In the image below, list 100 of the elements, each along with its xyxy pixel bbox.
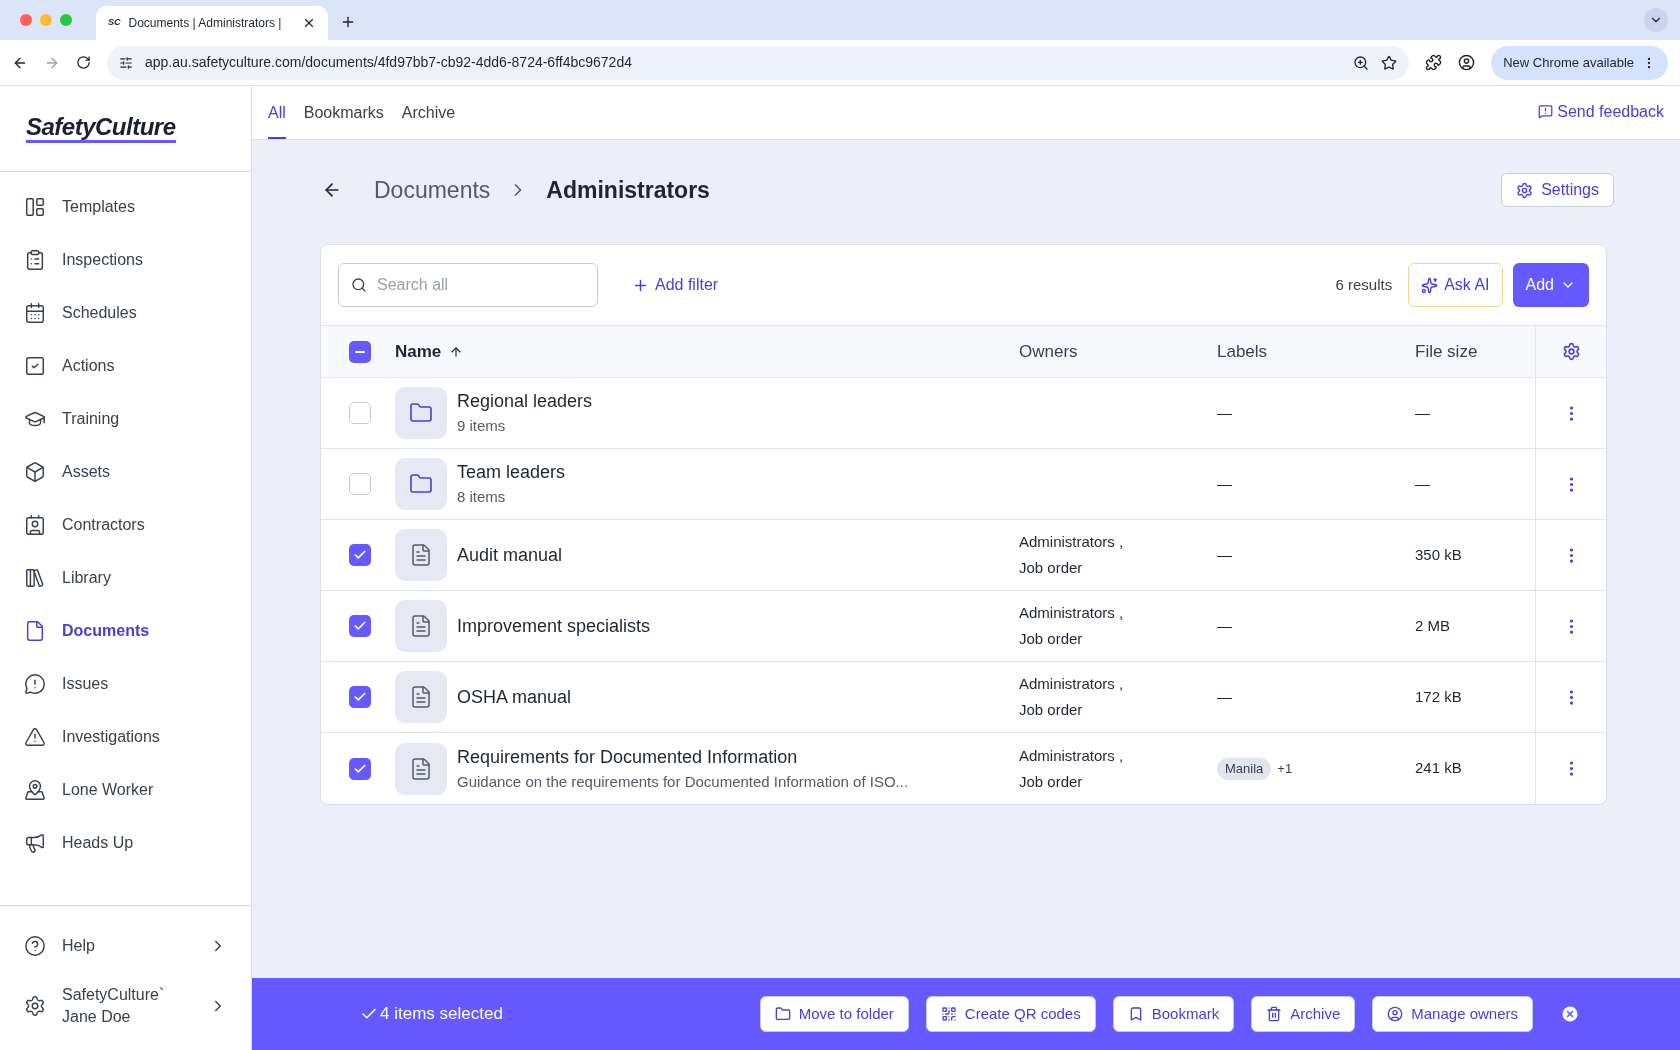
star-icon[interactable]: [1381, 54, 1398, 71]
layout-icon: [24, 195, 46, 218]
favicon: SC: [108, 16, 121, 30]
add-button[interactable]: Add: [1512, 263, 1589, 307]
owner-name: Administrators ,: [1019, 532, 1125, 552]
selection-count: 4 items selected: [380, 1003, 503, 1026]
bulk-action-button[interactable]: Manage owners: [1372, 996, 1533, 1032]
owner-name: Administrators ,: [1019, 603, 1125, 623]
user-name: Jane Doe: [62, 1007, 132, 1027]
address-bar[interactable]: app.au.safetyculture.com/documents/4fd97bb7-cb92-4dd6-8724-6ff4bc9672d4: [107, 45, 1410, 80]
nav-item[interactable]: Investigations: [0, 710, 251, 763]
labels-cell-text: —: [1217, 544, 1232, 565]
file-size-cell-text: —: [1415, 473, 1431, 494]
document-name[interactable]: Team leaders: [457, 459, 566, 487]
nav-item[interactable]: Issues: [0, 657, 251, 710]
calendar-icon: [24, 301, 46, 324]
reload-icon[interactable]: [76, 55, 91, 70]
checkbox[interactable]: [349, 757, 371, 780]
search-field[interactable]: Search all: [338, 263, 598, 307]
tab-list-button[interactable]: [1644, 8, 1668, 32]
nav-item[interactable]: Inspections: [0, 233, 251, 286]
owner-name: Job order: [1019, 558, 1084, 578]
bulk-action-button[interactable]: Move to folder: [759, 996, 909, 1032]
nav-item[interactable]: Training: [0, 392, 251, 445]
profile-icon[interactable]: [1458, 54, 1476, 71]
nav-item[interactable]: Heads Up: [0, 816, 251, 869]
checkbox[interactable]: [349, 615, 371, 637]
labels-cell-text: —: [1217, 402, 1232, 423]
nav-item[interactable]: Documents: [0, 604, 251, 657]
zoom-icon[interactable]: [1353, 54, 1370, 71]
document-name[interactable]: Regional leaders: [457, 388, 593, 416]
checkbox[interactable]: [349, 402, 371, 424]
ask-ai-button[interactable]: Ask AI: [1408, 263, 1503, 307]
labels-cell-text: —: [1217, 615, 1232, 636]
document-icon: [409, 614, 433, 638]
nav-item[interactable]: Lone Worker: [0, 763, 251, 816]
checkbox[interactable]: [349, 544, 371, 566]
document-icon: [409, 543, 433, 567]
more-labels-count: +1: [1277, 759, 1293, 778]
checkbox[interactable]: [349, 686, 371, 708]
document-icon: [409, 685, 433, 709]
document-icon: [409, 756, 433, 781]
minus-icon: [355, 350, 365, 353]
tab[interactable]: Bookmarks: [303, 101, 384, 139]
folder-icon: [409, 401, 433, 425]
sort-ascending-icon[interactable]: [449, 344, 464, 359]
file-size-cell-text: 241 kB: [1415, 758, 1463, 779]
document-name[interactable]: Audit manual: [457, 541, 563, 569]
sparkles-icon: [1421, 276, 1439, 294]
browser-tab[interactable]: SC Documents | Administrators |: [96, 6, 328, 40]
logo[interactable]: SafetyCulture: [26, 114, 176, 143]
close-icon[interactable]: [302, 16, 316, 30]
tab[interactable]: Archive: [401, 101, 456, 139]
column-header: Owners: [1019, 340, 1079, 363]
help-item[interactable]: Help: [0, 916, 251, 976]
nav-item[interactable]: Contractors: [0, 498, 251, 551]
file-size-cell-text: 2 MB: [1415, 615, 1451, 636]
check-icon: [353, 690, 367, 704]
search-icon: [351, 277, 367, 293]
new-tab-icon[interactable]: [340, 14, 356, 30]
send-feedback-link[interactable]: Send feedback: [1538, 99, 1664, 124]
tab[interactable]: All: [268, 101, 286, 139]
update-button[interactable]: New Chrome available: [1491, 45, 1668, 80]
folder-icon: [409, 472, 433, 496]
extensions-icon[interactable]: [1425, 54, 1443, 71]
document-subtitle: Guidance on the requirements for Documented Information of ISO...: [457, 771, 909, 792]
document-name[interactable]: Improvement specialists: [457, 612, 651, 640]
site-settings-icon[interactable]: [119, 55, 133, 70]
check-icon: [353, 619, 367, 633]
owner-name: Job order: [1019, 771, 1084, 792]
document-name[interactable]: Requirements for Documented Information: [457, 743, 909, 771]
checkbox[interactable]: [349, 473, 371, 495]
labels-cell-text: —: [1217, 473, 1232, 494]
add-filter-button[interactable]: Add filter: [632, 273, 719, 297]
books-icon: [24, 566, 46, 589]
nav-item[interactable]: Assets: [0, 445, 251, 498]
warning-triangle-icon: [24, 725, 46, 748]
nav-item[interactable]: Templates: [0, 180, 251, 233]
document-name[interactable]: OSHA manual: [457, 683, 572, 711]
document-subtitle: 8 items: [457, 487, 507, 508]
file-size-cell-text: —: [1415, 402, 1431, 423]
checkbox[interactable]: [349, 340, 371, 363]
breadcrumb-link[interactable]: Documents: [374, 172, 491, 208]
file-size-cell-text: 350 kB: [1415, 544, 1463, 565]
bulk-action-button[interactable]: Create QR codes: [925, 996, 1096, 1032]
map-pin-icon: [24, 778, 46, 801]
owner-name: Administrators ,: [1019, 745, 1125, 766]
contact-card-icon: [24, 513, 46, 536]
nav-item[interactable]: Schedules: [0, 286, 251, 339]
bulk-action-button[interactable]: Archive: [1251, 996, 1356, 1032]
nav-item[interactable]: Library: [0, 551, 251, 604]
column-header[interactable]: Name: [395, 338, 442, 365]
bulk-action-button[interactable]: Bookmark: [1112, 996, 1235, 1032]
settings-button[interactable]: Settings: [1501, 173, 1614, 207]
column-settings-icon[interactable]: [1561, 342, 1581, 361]
labels-cell-text: —: [1217, 686, 1232, 707]
account-item[interactable]: SafetyCulture` Jane Doe: [0, 976, 251, 1036]
nav-item[interactable]: Actions: [0, 339, 251, 392]
folder-icon: [774, 1006, 791, 1022]
column-header: Labels: [1217, 340, 1269, 363]
